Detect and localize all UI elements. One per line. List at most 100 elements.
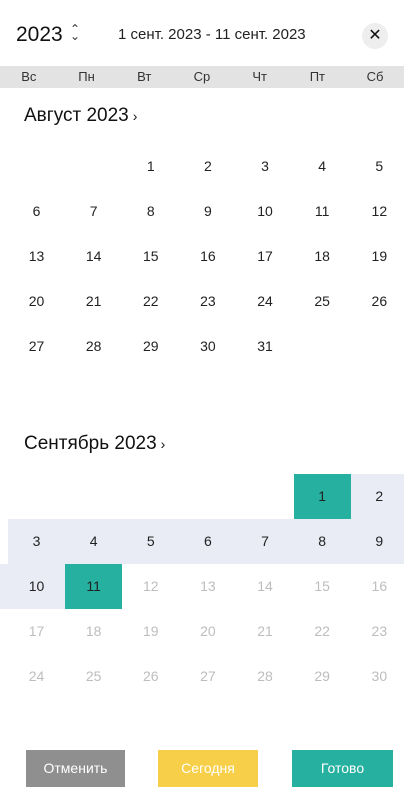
calendar-header: 2023 ⌃ ⌄ 1 сент. 2023 - 11 сент. 2023 ✕ xyxy=(0,0,404,66)
calendar-empty-cell xyxy=(237,474,294,519)
calendar-day[interactable]: 6 xyxy=(8,189,65,234)
calendar-day: 28 xyxy=(257,668,273,684)
calendar-empty-cell xyxy=(65,474,122,519)
calendar-day: 19 xyxy=(142,623,159,639)
calendar-day[interactable]: 21 xyxy=(65,279,122,324)
done-button[interactable]: Готово xyxy=(292,750,393,787)
calendar-day[interactable]: 28 xyxy=(65,324,122,369)
calendar-empty-cell xyxy=(65,144,122,189)
calendar-empty-cell xyxy=(351,324,404,369)
calendar-day[interactable]: 5 xyxy=(351,144,404,189)
calendar-day[interactable]: 17 xyxy=(237,234,294,279)
calendar-day[interactable]: 9 xyxy=(179,189,236,234)
calendar-empty-cell xyxy=(8,144,65,189)
calendar-day[interactable]: 2 xyxy=(351,474,404,519)
calendar-day[interactable]: 3 xyxy=(8,519,65,564)
calendar-day[interactable]: 24 xyxy=(237,279,294,324)
calendar-day[interactable]: 4 xyxy=(65,519,122,564)
calendar-day[interactable]: 3 xyxy=(237,144,294,189)
weekday-label: Ср xyxy=(193,69,211,84)
calendar-day: 23 xyxy=(371,623,388,639)
year-selector[interactable]: 2023 xyxy=(16,23,63,47)
chevron-right-icon: › xyxy=(160,436,166,452)
calendar-day: 14 xyxy=(257,578,273,594)
calendar-empty-cell xyxy=(294,324,351,369)
calendar-day[interactable]: 4 xyxy=(294,144,351,189)
weekday-header: Вс Пн Вт Ср Чт Пт Сб xyxy=(0,66,404,88)
calendar-day: 22 xyxy=(314,623,330,639)
calendar-day[interactable]: 30 xyxy=(179,324,236,369)
calendar-day: 24 xyxy=(28,668,45,684)
close-icon[interactable]: ✕ xyxy=(362,23,388,49)
calendar-day[interactable]: 15 xyxy=(122,234,179,279)
calendar-day[interactable]: 20 xyxy=(8,279,65,324)
calendar-week-row: 3456789 xyxy=(8,519,404,564)
calendar-day: 17 xyxy=(28,623,45,639)
calendar-week-row: 6 7 8 9 10 11 12 xyxy=(8,189,404,234)
calendar-day: 13 xyxy=(200,578,216,594)
weekday-label: Вс xyxy=(21,69,37,84)
calendar-day[interactable]: 25 xyxy=(294,279,351,324)
calendar-day: 25 xyxy=(85,668,102,684)
calendar-day[interactable]: 8 xyxy=(122,189,179,234)
month-title-august[interactable]: Август 2023 › xyxy=(24,105,137,127)
calendar-day[interactable]: 26 xyxy=(351,279,404,324)
calendar-day[interactable]: 7 xyxy=(237,519,294,564)
calendar-week-row: 10 11 12 13 14 15 16 xyxy=(0,564,404,609)
today-button[interactable]: Сегодня xyxy=(158,750,258,787)
calendar-day[interactable]: 9 xyxy=(351,519,404,564)
calendar-day[interactable]: 29 xyxy=(122,324,179,369)
calendar-week-row: 12 xyxy=(8,474,404,519)
calendar-empty-cell xyxy=(122,474,179,519)
calendar-day[interactable]: 11 xyxy=(65,564,123,609)
calendar-day: 18 xyxy=(85,623,102,639)
calendar-day[interactable]: 23 xyxy=(179,279,236,324)
calendar-day[interactable]: 6 xyxy=(179,519,236,564)
cancel-button[interactable]: Отменить xyxy=(26,750,125,787)
calendar-day[interactable]: 8 xyxy=(294,519,351,564)
calendar-day: 12 xyxy=(142,578,159,594)
calendar-day[interactable]: 1 xyxy=(122,144,179,189)
calendar-day[interactable]: 27 xyxy=(8,324,65,369)
calendar-day: 26 xyxy=(142,668,159,684)
month-title-text: Сентябрь 2023 xyxy=(24,433,157,454)
calendar-day[interactable]: 19 xyxy=(351,234,404,279)
month-title-text: Август 2023 xyxy=(24,105,129,126)
calendar-day[interactable]: 11 xyxy=(294,189,351,234)
weekday-label: Чт xyxy=(252,69,267,84)
calendar-empty-cell xyxy=(179,474,236,519)
calendar-day[interactable]: 5 xyxy=(122,519,179,564)
calendar-week-row: 24 25 26 27 28 29 30 xyxy=(8,654,404,699)
calendar-empty-cell xyxy=(8,474,65,519)
selected-range-label: 1 сент. 2023 - 11 сент. 2023 xyxy=(118,26,306,43)
calendar-week-row: 17 18 19 20 21 22 23 xyxy=(8,609,404,654)
calendar-day: 16 xyxy=(371,578,388,594)
weekday-label: Пт xyxy=(309,69,326,84)
calendar-day[interactable]: 12 xyxy=(351,189,404,234)
calendar-day[interactable]: 10 xyxy=(8,564,65,609)
year-toggle-icon[interactable]: ⌃ ⌄ xyxy=(70,23,80,42)
calendar-day: 15 xyxy=(314,578,330,594)
footer-actions: Отменить Сегодня Готово xyxy=(0,749,404,787)
calendar-week-row: 12345 xyxy=(8,144,404,189)
calendar-day: 29 xyxy=(314,668,330,684)
month-title-september[interactable]: Сентябрь 2023 › xyxy=(24,433,165,455)
calendar-day[interactable]: 31 xyxy=(237,324,294,369)
weekday-label: Вт xyxy=(137,69,152,84)
calendar-day: 20 xyxy=(200,623,216,639)
calendar-day[interactable]: 18 xyxy=(294,234,351,279)
weekday-label: Пн xyxy=(78,69,95,84)
calendar-day[interactable]: 14 xyxy=(65,234,122,279)
calendar-week-row: 20 21 22 23 24 25 26 xyxy=(8,279,404,324)
calendar-day[interactable]: 13 xyxy=(8,234,65,279)
calendar-day[interactable]: 2 xyxy=(179,144,236,189)
calendar-week-row: 13 14 15 16 17 18 19 xyxy=(8,234,404,279)
calendar-day: 27 xyxy=(200,668,216,684)
calendar-week-row: 27 28 29 30 31 xyxy=(8,324,404,369)
calendar-day[interactable]: 16 xyxy=(179,234,236,279)
weekday-label: Сб xyxy=(366,69,384,84)
calendar-day[interactable]: 1 xyxy=(293,474,351,519)
calendar-day[interactable]: 22 xyxy=(122,279,179,324)
calendar-day[interactable]: 10 xyxy=(237,189,294,234)
calendar-day[interactable]: 7 xyxy=(65,189,122,234)
